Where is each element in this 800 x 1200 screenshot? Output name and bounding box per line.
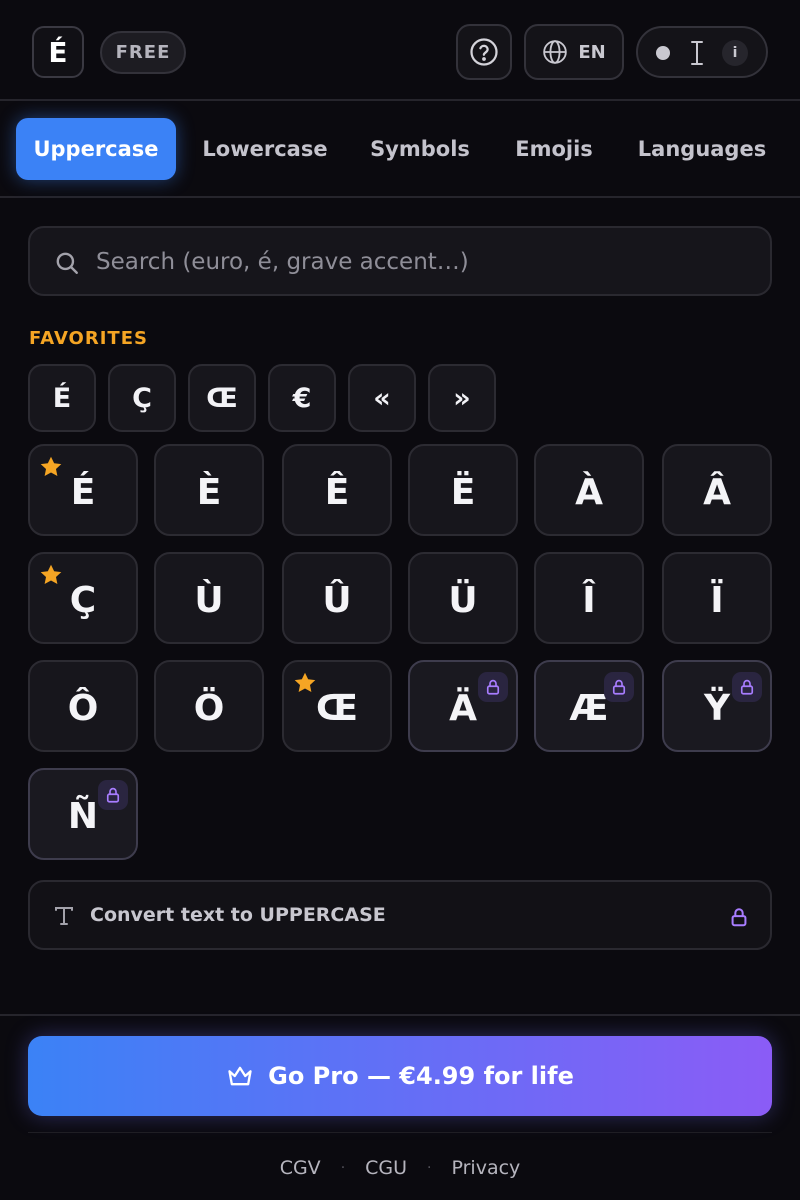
star-icon	[294, 672, 316, 692]
footer-link-cgu[interactable]: CGU	[365, 1157, 407, 1179]
tab-lowercase[interactable]: Lowercase	[190, 118, 340, 180]
search-input[interactable]	[96, 242, 746, 282]
char-key-locked[interactable]: Ä	[408, 660, 518, 752]
footer-links: CGV · CGU · Privacy	[0, 1154, 800, 1182]
char-key[interactable]: Ù	[154, 552, 264, 644]
lock-icon	[731, 908, 747, 927]
char-glyph: Ï	[710, 579, 724, 621]
convert-label: Convert text to UPPERCASE	[90, 904, 386, 926]
favorite-chip[interactable]: Ç	[108, 364, 176, 432]
char-glyph: Ê	[324, 471, 350, 513]
favorite-chip[interactable]: Œ	[188, 364, 256, 432]
favorite-chip[interactable]: »	[428, 364, 496, 432]
char-glyph: Ù	[194, 579, 224, 621]
char-glyph: Ä	[449, 687, 477, 729]
char-key-locked[interactable]: Æ	[534, 660, 644, 752]
bottom-divider	[0, 1014, 800, 1016]
lock-icon	[478, 672, 508, 702]
favorites-heading: FAVORITES	[29, 328, 148, 349]
char-key[interactable]: Ï	[662, 552, 772, 644]
text-type-icon	[55, 907, 73, 925]
char-glyph: Â	[703, 471, 731, 513]
language-code: EN	[578, 41, 606, 63]
star-icon	[40, 456, 62, 476]
footer-divider	[28, 1132, 772, 1133]
go-pro-button[interactable]: Go Pro — €4.99 for life	[28, 1036, 772, 1116]
convert-uppercase-button[interactable]: Convert text to UPPERCASE	[28, 880, 772, 950]
char-key[interactable]: Ü	[408, 552, 518, 644]
char-key[interactable]: É	[28, 444, 138, 536]
char-glyph: Ô	[67, 687, 99, 729]
app-header: É FREE EN i	[0, 0, 800, 101]
char-glyph: Ö	[193, 687, 225, 729]
info-icon[interactable]: i	[722, 40, 748, 66]
char-key[interactable]: Ô	[28, 660, 138, 752]
char-glyph: Æ	[569, 687, 609, 729]
crown-icon	[228, 1066, 252, 1086]
tab-symbols[interactable]: Symbols	[356, 118, 484, 180]
char-key[interactable]: Ë	[408, 444, 518, 536]
char-key-locked[interactable]: Ÿ	[662, 660, 772, 752]
globe-icon	[543, 40, 568, 64]
char-key[interactable]: Î	[534, 552, 644, 644]
category-tabs: Uppercase Lowercase Symbols Emojis Langu…	[0, 101, 800, 198]
footer-link-privacy[interactable]: Privacy	[452, 1157, 521, 1179]
lock-icon	[98, 780, 128, 810]
dot-mode-icon[interactable]	[656, 46, 670, 60]
char-key[interactable]: Â	[662, 444, 772, 536]
favorite-chip[interactable]: «	[348, 364, 416, 432]
char-glyph: Î	[582, 579, 596, 621]
footer-separator: ·	[427, 1160, 432, 1176]
language-selector[interactable]: EN	[524, 24, 624, 80]
footer-link-cgv[interactable]: CGV	[280, 1157, 321, 1179]
tab-emojis[interactable]: Emojis	[500, 118, 608, 180]
char-glyph: À	[575, 471, 603, 513]
char-key[interactable]: À	[534, 444, 644, 536]
star-icon	[40, 564, 62, 584]
tab-uppercase[interactable]: Uppercase	[16, 118, 176, 180]
search-icon	[56, 252, 78, 274]
char-glyph: È	[196, 471, 222, 513]
char-glyph: É	[70, 471, 96, 513]
question-circle-icon	[470, 38, 498, 66]
footer-separator: ·	[340, 1160, 346, 1176]
help-button[interactable]	[456, 24, 512, 80]
char-glyph: Ñ	[67, 795, 99, 837]
char-glyph: Œ	[315, 687, 358, 729]
char-glyph: Û	[322, 579, 352, 621]
char-glyph: Ÿ	[703, 687, 731, 729]
lock-icon	[604, 672, 634, 702]
char-key[interactable]: Ö	[154, 660, 264, 752]
go-pro-label: Go Pro — €4.99 for life	[268, 1062, 574, 1090]
tab-languages[interactable]: Languages	[626, 118, 778, 180]
char-glyph: Ë	[450, 471, 476, 513]
char-key-locked[interactable]: Ñ	[28, 768, 138, 860]
text-cursor-icon[interactable]	[688, 38, 706, 68]
input-mode-toggle[interactable]: i	[636, 26, 768, 78]
favorite-chip[interactable]: €	[268, 364, 336, 432]
char-key[interactable]: Œ	[282, 660, 392, 752]
char-key[interactable]: Û	[282, 552, 392, 644]
char-glyph: Ç	[69, 579, 97, 621]
app-logo: É	[32, 26, 84, 78]
char-key[interactable]: È	[154, 444, 264, 536]
char-key[interactable]: Ê	[282, 444, 392, 536]
char-glyph: Ü	[448, 579, 478, 621]
favorite-chip[interactable]: É	[28, 364, 96, 432]
char-key[interactable]: Ç	[28, 552, 138, 644]
search-box	[28, 226, 772, 296]
plan-badge: FREE	[100, 31, 186, 74]
lock-icon	[732, 672, 762, 702]
